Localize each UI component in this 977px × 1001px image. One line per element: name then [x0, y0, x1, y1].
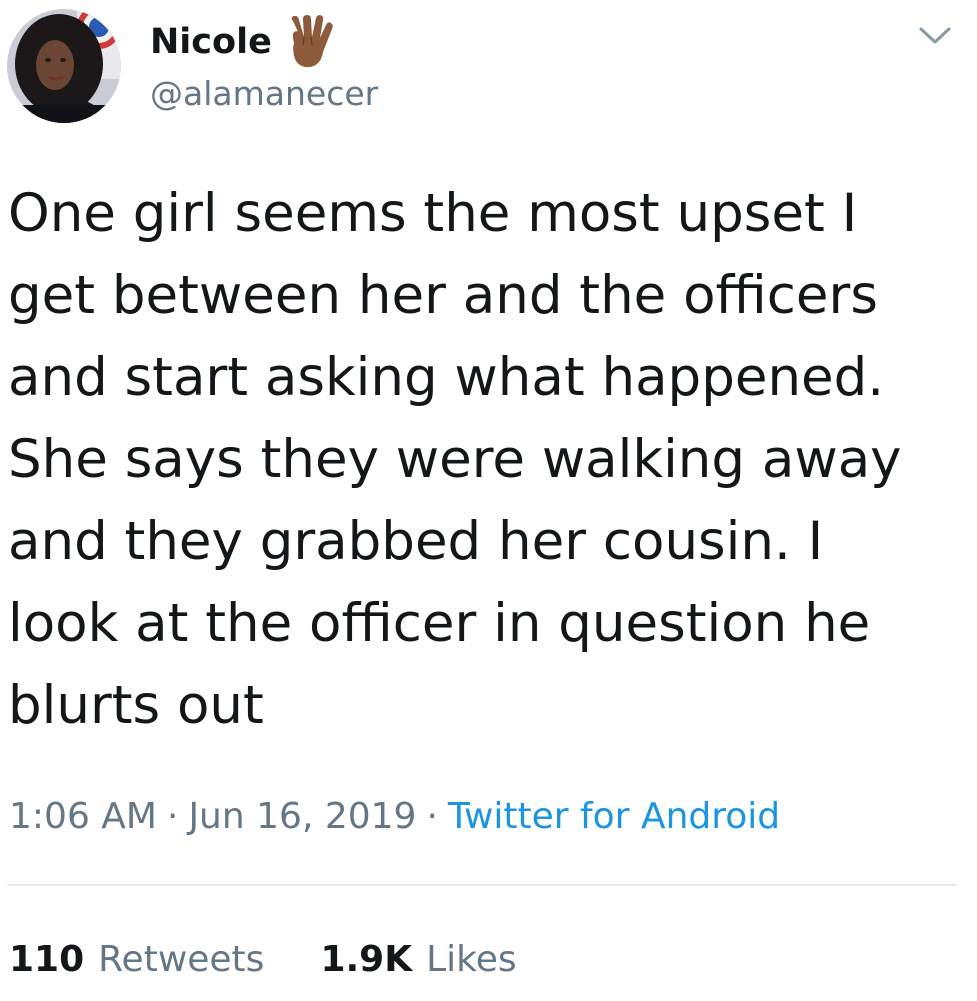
- retweets-count: 110: [9, 939, 85, 980]
- retweets-stat[interactable]: 110 Retweets: [9, 937, 264, 983]
- divider: [7, 884, 957, 886]
- avatar[interactable]: [7, 9, 121, 123]
- chevron-down-icon[interactable]: [913, 20, 957, 50]
- tweet-source-link[interactable]: Twitter for Android: [448, 796, 780, 837]
- tweet-time[interactable]: 1:06 AM: [9, 796, 157, 837]
- likes-label: Likes: [426, 939, 517, 980]
- user-handle[interactable]: @alamanecer: [150, 75, 378, 112]
- meta-separator: ·: [166, 796, 179, 837]
- vulcan-salute-icon: [286, 15, 338, 69]
- tweet-text: One girl seems the most upset I get betw…: [8, 183, 902, 736]
- likes-count: 1.9K: [320, 939, 413, 980]
- retweets-label: Retweets: [98, 939, 265, 980]
- tweet-card: Nicole @alamanecer One girl seems the mo…: [0, 0, 977, 1001]
- tweet-metadata: 1:06 AM · Jun 16, 2019 · Twitter for Android: [9, 795, 780, 839]
- display-name[interactable]: Nicole: [150, 24, 272, 60]
- avatar-image: [7, 9, 121, 123]
- tweet-date[interactable]: Jun 16, 2019: [188, 796, 416, 837]
- user-name-row: Nicole: [150, 14, 338, 70]
- likes-stat[interactable]: 1.9K Likes: [320, 937, 516, 983]
- meta-separator: ·: [426, 796, 438, 837]
- tweet-stats: 110 Retweets 1.9K Likes: [9, 937, 517, 983]
